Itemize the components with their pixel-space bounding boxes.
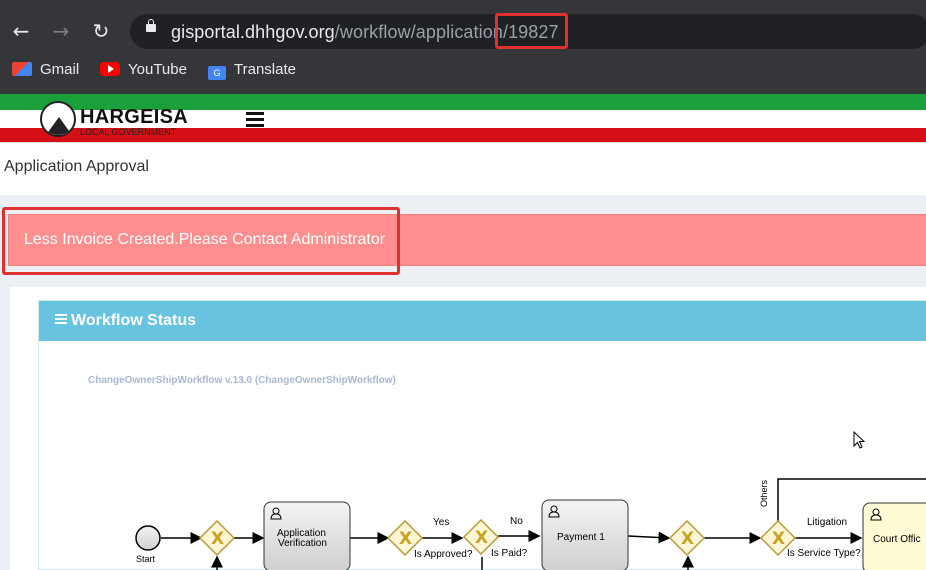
mouse-cursor-icon bbox=[853, 431, 866, 449]
gateway-1: X bbox=[198, 519, 236, 557]
start-label: Start bbox=[136, 554, 156, 564]
edge-label-no: No bbox=[510, 516, 523, 527]
url-id-highlight bbox=[495, 13, 568, 49]
task-payment-label: Payment 1 bbox=[557, 532, 605, 543]
task-court-label: Court Offic bbox=[873, 534, 921, 545]
youtube-icon bbox=[100, 62, 120, 76]
page-title: Application Approval bbox=[4, 158, 149, 175]
bookmark-youtube[interactable]: YouTube bbox=[100, 61, 187, 78]
svg-text:X: X bbox=[399, 529, 412, 549]
workflow-box-header: Workflow Status bbox=[39, 301, 926, 341]
browser-toolbar: ← → ↻ gisportal.dhhgov.org/workflow/appl… bbox=[0, 0, 926, 94]
svg-text:X: X bbox=[681, 529, 694, 549]
start-event bbox=[135, 525, 161, 551]
list-icon bbox=[55, 314, 67, 326]
logo-text: HARGEISA bbox=[80, 106, 188, 128]
gateway-4: X bbox=[668, 519, 706, 557]
gmail-icon bbox=[12, 62, 32, 76]
gateway-label-is-service-type: Is Service Type? bbox=[787, 548, 861, 559]
workflow-box-title: Workflow Status bbox=[71, 312, 197, 329]
svg-text:X: X bbox=[211, 529, 224, 549]
bookmark-translate[interactable]: G Translate bbox=[208, 61, 296, 80]
content-header: Application Approval bbox=[0, 142, 926, 196]
gateway-label-is-approved: Is Approved? bbox=[414, 549, 473, 560]
edge-label-litigation: Litigation bbox=[807, 517, 847, 528]
edge-label-others: Others bbox=[759, 479, 769, 507]
logo-emblem-icon bbox=[40, 101, 76, 137]
alert-highlight bbox=[2, 207, 400, 275]
workflow-diagram: ChangeOwnerShipWorkflow v.13.0 (ChangeOw… bbox=[38, 341, 926, 570]
lock-icon[interactable] bbox=[146, 19, 156, 32]
bookmark-gmail[interactable]: Gmail bbox=[12, 61, 79, 78]
svg-text:X: X bbox=[772, 529, 785, 549]
menu-toggle-icon[interactable] bbox=[246, 112, 264, 130]
back-icon[interactable]: ← bbox=[8, 18, 34, 44]
task-app-verification-line2: Verification bbox=[278, 538, 327, 549]
reload-icon[interactable]: ↻ bbox=[88, 18, 114, 44]
translate-icon: G bbox=[208, 66, 226, 80]
logo-subtext: LOCAL GOVERNMENT bbox=[80, 127, 177, 137]
forward-icon[interactable]: → bbox=[48, 18, 74, 44]
gateway-label-is-paid: Is Paid? bbox=[491, 548, 528, 559]
edge-label-yes: Yes bbox=[433, 517, 449, 528]
svg-text:X: X bbox=[475, 528, 488, 548]
